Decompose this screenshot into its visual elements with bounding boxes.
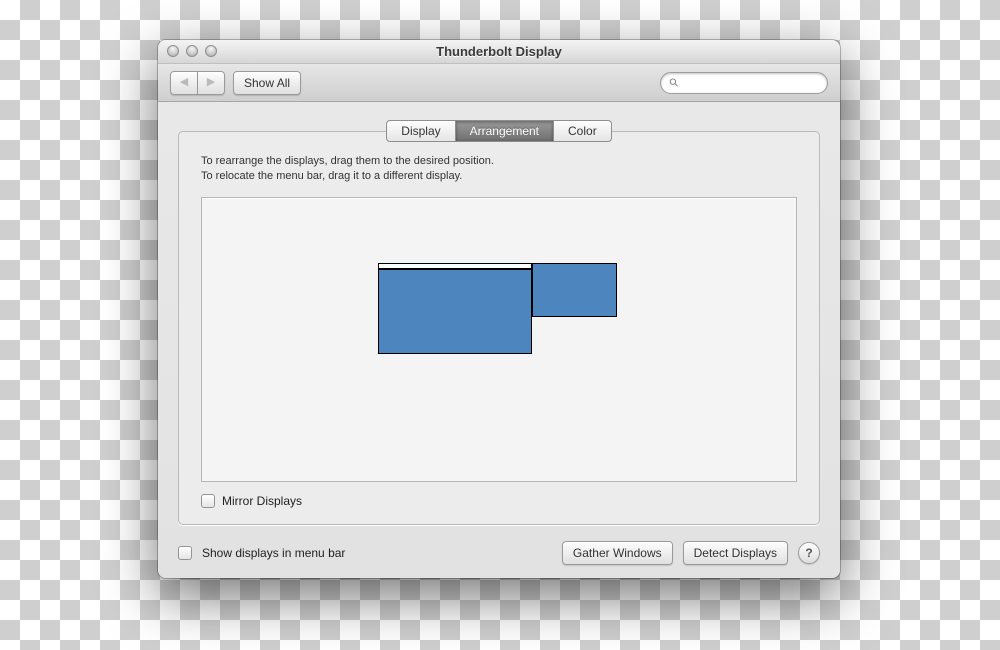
arrangement-panel: To rearrange the displays, drag them to … <box>178 131 820 525</box>
nav-segment: ◀ ▶ <box>170 71 225 95</box>
forward-button[interactable]: ▶ <box>198 71 225 95</box>
search-icon <box>669 77 679 88</box>
show-in-menubar-label: Show displays in menu bar <box>202 546 345 560</box>
mirror-displays-row: Mirror Displays <box>201 494 797 508</box>
close-button[interactable] <box>167 45 179 57</box>
search-input[interactable] <box>685 75 819 91</box>
tab-color[interactable]: Color <box>554 120 612 142</box>
hint-text: To rearrange the displays, drag them to … <box>201 154 797 185</box>
arrangement-area[interactable] <box>201 197 797 482</box>
mirror-displays-checkbox[interactable] <box>201 494 215 508</box>
hint-line-2: To relocate the menu bar, drag it to a d… <box>201 169 797 184</box>
chevron-right-icon: ▶ <box>207 77 215 88</box>
search-field[interactable] <box>660 72 828 94</box>
hint-line-1: To rearrange the displays, drag them to … <box>201 154 797 169</box>
mirror-displays-label: Mirror Displays <box>222 494 302 508</box>
gather-windows-button[interactable]: Gather Windows <box>562 541 673 565</box>
tab-bar: Display Arrangement Color <box>386 120 611 142</box>
display-secondary[interactable] <box>532 263 617 317</box>
window-controls <box>167 45 217 57</box>
chevron-left-icon: ◀ <box>180 77 188 88</box>
display-main[interactable] <box>378 269 532 354</box>
window-title: Thunderbolt Display <box>436 44 562 59</box>
preferences-window: Thunderbolt Display ◀ ▶ Show All Display <box>158 40 840 578</box>
tab-arrangement[interactable]: Arrangement <box>456 120 554 142</box>
toolbar: ◀ ▶ Show All <box>158 64 840 102</box>
show-in-menubar-checkbox[interactable] <box>178 546 192 560</box>
help-button[interactable]: ? <box>798 542 820 564</box>
show-all-button[interactable]: Show All <box>233 71 301 95</box>
zoom-button[interactable] <box>205 45 217 57</box>
tab-display[interactable]: Display <box>386 120 455 142</box>
detect-displays-button[interactable]: Detect Displays <box>683 541 788 565</box>
titlebar: Thunderbolt Display <box>158 40 840 64</box>
minimize-button[interactable] <box>186 45 198 57</box>
footer: Show displays in menu bar Gather Windows… <box>178 541 820 565</box>
back-button[interactable]: ◀ <box>170 71 198 95</box>
